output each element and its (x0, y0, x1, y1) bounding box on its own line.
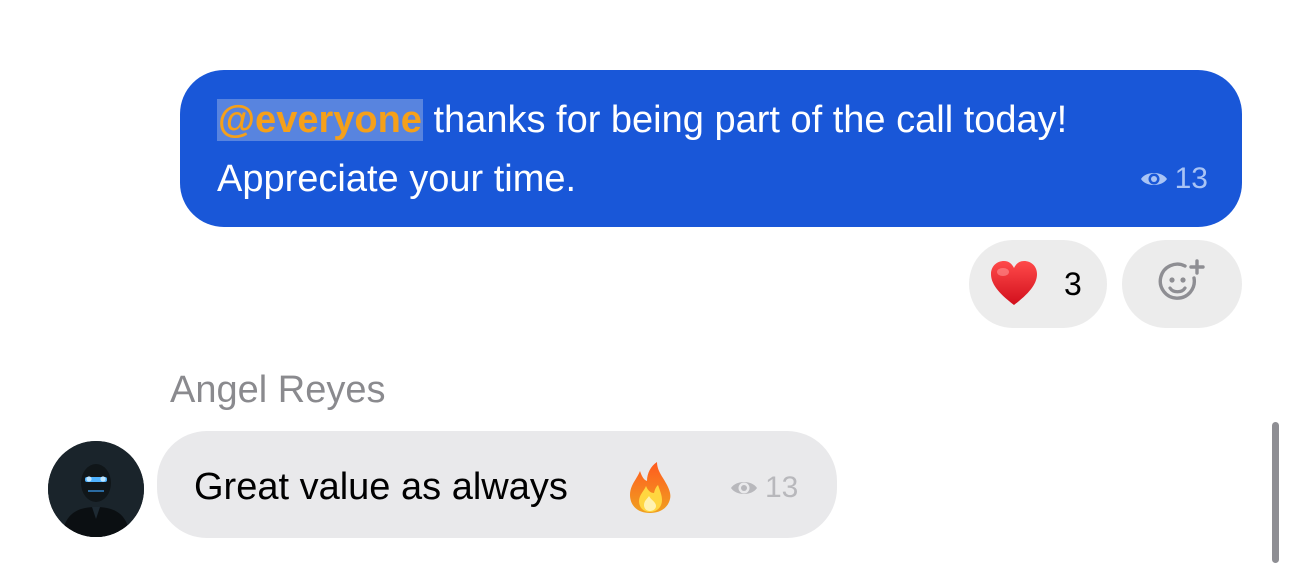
reaction-count: 3 (1064, 266, 1082, 302)
smiley-plus-icon (1157, 258, 1207, 311)
outgoing-message-text-line1: thanks for being part of the call today! (422, 99, 1068, 141)
incoming-message-text: Great value as always (194, 466, 568, 508)
avatar[interactable] (48, 441, 144, 537)
incoming-views-value: 13 (765, 471, 799, 504)
heart-icon (989, 260, 1039, 308)
fire-emoji-icon (627, 461, 673, 520)
incoming-view-count: 13 (729, 471, 798, 505)
outgoing-views-value: 13 (1174, 162, 1208, 195)
incoming-message-bubble[interactable]: Great value as always 13 (157, 431, 837, 538)
outgoing-message-bubble[interactable]: @everyone thanks for being part of the c… (180, 70, 1242, 227)
chat-view: @everyone thanks for being part of the c… (0, 0, 1290, 563)
eye-icon (1139, 169, 1169, 189)
scrollbar[interactable] (1272, 422, 1279, 563)
outgoing-message-line1: @everyone thanks for being part of the c… (217, 96, 1067, 144)
add-reaction-button[interactable] (1122, 240, 1242, 328)
sender-name[interactable]: Angel Reyes (170, 366, 385, 414)
outgoing-message-text-line2: Appreciate your time. (217, 158, 577, 200)
reaction-heart-pill[interactable]: 3 (969, 240, 1107, 328)
outgoing-view-count: 13 (1139, 162, 1208, 196)
mention-everyone[interactable]: @everyone (217, 99, 423, 141)
eye-icon (729, 478, 759, 498)
